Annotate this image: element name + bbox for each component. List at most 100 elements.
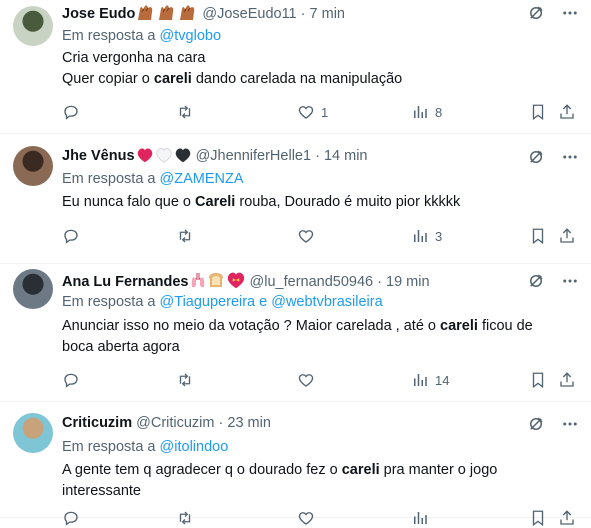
tweet[interactable]: Jose Eudo @JoseEudo11 · 7 min Em resposta… bbox=[0, 0, 591, 134]
replying-to-link[interactable]: @tvglobo bbox=[160, 28, 221, 44]
views-button[interactable]: 3 bbox=[411, 226, 442, 246]
share-button[interactable] bbox=[558, 226, 576, 246]
retweet-icon bbox=[176, 227, 194, 245]
reply-button[interactable] bbox=[62, 226, 86, 246]
more-options-icon[interactable] bbox=[561, 272, 579, 290]
bookmark-button[interactable] bbox=[529, 508, 547, 528]
reply-icon bbox=[62, 227, 80, 245]
timestamp[interactable]: 7 min bbox=[310, 6, 345, 22]
text-segment: interessante bbox=[62, 483, 141, 499]
replying-to: Em resposta a @itolindoo bbox=[62, 438, 228, 456]
avatar[interactable] bbox=[13, 146, 53, 186]
tweet-text-line: boca aberta agora bbox=[62, 337, 572, 358]
highlighted-term: Careli bbox=[195, 194, 236, 210]
replying-to-label: Em resposta a bbox=[62, 439, 156, 455]
like-button[interactable]: 1 bbox=[297, 102, 328, 122]
replying-to: Em resposta a @ZAMENZA bbox=[62, 170, 244, 188]
replying-to-link[interactable]: @itolindoo bbox=[160, 439, 229, 455]
replying-to-label: Em resposta a bbox=[62, 294, 156, 310]
bookmark-button[interactable] bbox=[529, 226, 547, 246]
like-icon bbox=[297, 103, 315, 121]
text-segment: A gente tem q agradecer q o dourado fez … bbox=[62, 462, 342, 478]
grok-icon[interactable] bbox=[527, 415, 545, 433]
views-button[interactable]: 8 bbox=[411, 102, 442, 122]
text-segment: Quer copiar o bbox=[62, 71, 154, 87]
like-icon bbox=[297, 227, 315, 245]
bookmark-icon bbox=[529, 103, 547, 121]
like-button[interactable] bbox=[297, 370, 321, 390]
more-options-icon[interactable] bbox=[561, 4, 579, 22]
share-button[interactable] bbox=[558, 508, 576, 528]
highlighted-term: careli bbox=[440, 318, 478, 334]
tweet-header: Criticuzim @Criticuzim · 23 min bbox=[62, 414, 271, 432]
author-name[interactable]: Jhe Vênus bbox=[62, 148, 135, 164]
tweet[interactable]: Ana Lu Fernandes @lu_fernand50946 · 19 m… bbox=[0, 264, 591, 402]
author-name[interactable]: Jose Eudo bbox=[62, 6, 135, 22]
tweet-text: Eu nunca falo que o Careli rouba, Dourad… bbox=[62, 192, 572, 213]
text-segment: ficou de bbox=[477, 318, 533, 334]
timestamp[interactable]: 19 min bbox=[386, 274, 430, 290]
tweet[interactable]: Jhe Vênus @JhenniferHelle1 · 14 min Em re… bbox=[0, 134, 591, 264]
share-button[interactable] bbox=[558, 370, 576, 390]
retweet-button[interactable] bbox=[176, 508, 200, 528]
reply-button[interactable] bbox=[62, 102, 86, 122]
replying-to: Em resposta a @tvglobo bbox=[62, 27, 221, 45]
bookmark-button[interactable] bbox=[529, 102, 547, 122]
author-handle[interactable]: @JoseEudo11 bbox=[202, 6, 296, 22]
author-name[interactable]: Ana Lu Fernandes bbox=[62, 274, 189, 290]
timestamp[interactable]: 14 min bbox=[324, 148, 368, 164]
retweet-button[interactable] bbox=[176, 102, 200, 122]
grok-icon[interactable] bbox=[527, 4, 545, 22]
grok-icon[interactable] bbox=[527, 148, 545, 166]
avatar[interactable] bbox=[13, 269, 53, 309]
author-handle[interactable]: @JhenniferHelle1 bbox=[196, 148, 311, 164]
replying-to-label: Em resposta a bbox=[62, 28, 156, 44]
author-name[interactable]: Criticuzim bbox=[62, 415, 132, 431]
replying-to-link[interactable]: @Tiagupereira e @webtvbrasileira bbox=[160, 294, 383, 310]
views-button[interactable] bbox=[411, 508, 435, 528]
timestamp[interactable]: 23 min bbox=[227, 415, 271, 431]
like-count: 1 bbox=[321, 104, 329, 120]
avatar[interactable] bbox=[13, 6, 53, 46]
like-button[interactable] bbox=[297, 226, 321, 246]
bookmark-icon bbox=[529, 227, 547, 245]
reply-button[interactable] bbox=[62, 370, 86, 390]
action-bar bbox=[62, 508, 582, 528]
lungs-icon bbox=[190, 271, 206, 294]
bookmark-icon bbox=[529, 371, 547, 389]
author-handle[interactable]: @Criticuzim bbox=[136, 415, 214, 431]
more-options-icon[interactable] bbox=[561, 415, 579, 433]
retweet-button[interactable] bbox=[176, 226, 200, 246]
tweet-text-line: Cria vergonha na cara bbox=[62, 48, 572, 69]
text-segment: rouba, Dourado é muito pior kkkkk bbox=[235, 194, 461, 210]
views-button[interactable]: 14 bbox=[411, 370, 449, 390]
avatar[interactable] bbox=[13, 413, 53, 453]
share-button[interactable] bbox=[558, 102, 576, 122]
more-options-icon[interactable] bbox=[561, 148, 579, 166]
replying-to-link[interactable]: @ZAMENZA bbox=[160, 171, 244, 187]
tweet-text-line: Anunciar isso no meio da votação ? Maior… bbox=[62, 316, 572, 337]
views-icon bbox=[411, 509, 429, 527]
retweet-button[interactable] bbox=[176, 370, 200, 390]
tweet-text-line: Quer copiar o careli dando carelada na m… bbox=[62, 69, 572, 90]
separator-dot: · bbox=[315, 148, 320, 164]
tweet[interactable]: Criticuzim @Criticuzim · 23 min Em respos… bbox=[0, 402, 591, 527]
like-button[interactable] bbox=[297, 508, 321, 528]
grok-icon[interactable] bbox=[527, 272, 545, 290]
bread-icon bbox=[207, 271, 225, 294]
text-segment: Anunciar isso no meio da votação ? Maior… bbox=[62, 318, 441, 334]
raised-hands-icon bbox=[157, 3, 177, 26]
tweet-text: A gente tem q agradecer q o dourado fez … bbox=[62, 460, 572, 502]
tweet-header: Jose Eudo @JoseEudo11 · 7 min bbox=[62, 3, 345, 26]
views-count: 3 bbox=[435, 228, 443, 244]
bookmark-button[interactable] bbox=[529, 370, 547, 390]
reply-icon bbox=[62, 103, 80, 121]
reply-button[interactable] bbox=[62, 508, 86, 528]
author-handle[interactable]: @lu_fernand50946 bbox=[250, 274, 374, 290]
tweet-text-line: A gente tem q agradecer q o dourado fez … bbox=[62, 460, 572, 481]
share-icon bbox=[558, 227, 576, 245]
action-bar: 3 bbox=[62, 226, 582, 246]
views-icon bbox=[411, 103, 429, 121]
text-segment: boca aberta agora bbox=[62, 339, 180, 355]
raised-hands-icon bbox=[178, 3, 198, 26]
